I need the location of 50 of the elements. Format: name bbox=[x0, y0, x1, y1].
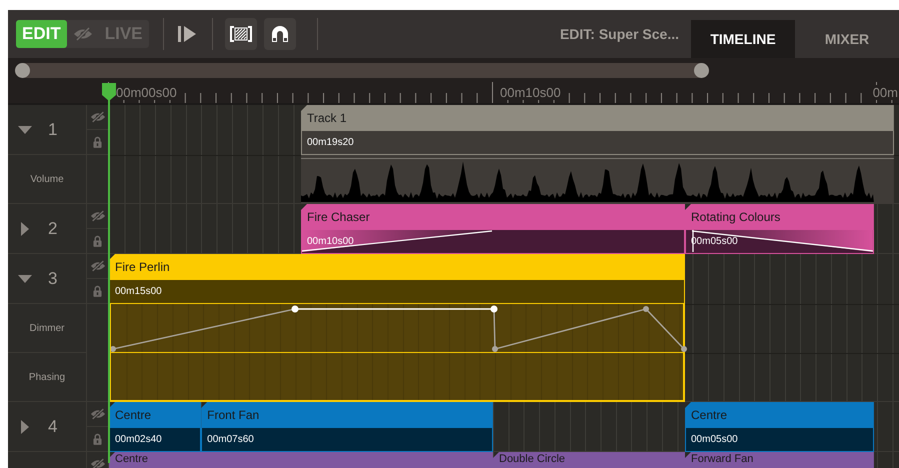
track-number: 3 bbox=[48, 268, 58, 288]
clip-title[interactable]: Track 1 bbox=[301, 105, 894, 131]
lock-icon[interactable] bbox=[93, 285, 102, 297]
clip-title[interactable]: Rotating Colours bbox=[685, 204, 874, 230]
lock-icon[interactable] bbox=[93, 235, 102, 247]
track-number: 2 bbox=[48, 218, 58, 238]
eye-slash-icon[interactable] bbox=[90, 458, 106, 468]
clip-title[interactable]: Front Fan bbox=[201, 402, 493, 428]
clip-duration: 00m15s00 bbox=[115, 286, 162, 297]
lock-icon[interactable] bbox=[93, 136, 102, 148]
track-number: 4 bbox=[48, 416, 58, 436]
clip-title[interactable]: Centre bbox=[685, 402, 874, 428]
ruler-time-label: 00m10s00 bbox=[500, 85, 562, 100]
scrollbar-handle[interactable] bbox=[694, 62, 709, 78]
clip-title[interactable]: Centre bbox=[109, 452, 493, 468]
eye-slash-icon[interactable] bbox=[72, 27, 93, 41]
frame-toggle-button[interactable] bbox=[224, 18, 257, 50]
scrollbar-handle[interactable] bbox=[15, 62, 30, 78]
clip-title[interactable]: Double Circle bbox=[493, 452, 685, 468]
play-from-start-icon[interactable] bbox=[178, 26, 196, 42]
clip-duration: 00m05s00 bbox=[691, 434, 738, 445]
ruler-time-label: 00m bbox=[872, 85, 899, 100]
clip-title[interactable]: Centre bbox=[109, 402, 202, 428]
fade-in-curve[interactable] bbox=[302, 230, 492, 252]
clip-duration: 00m02s40 bbox=[115, 434, 162, 445]
eye-slash-icon[interactable] bbox=[90, 111, 106, 123]
magnet-icon bbox=[270, 25, 289, 43]
frame-icon bbox=[230, 26, 252, 42]
scrollbar-track[interactable] bbox=[15, 62, 709, 78]
eye-slash-icon[interactable] bbox=[90, 260, 106, 272]
edit-scene-title: EDIT: Super Sce... bbox=[560, 26, 679, 42]
track-number: 1 bbox=[48, 120, 58, 140]
lane-label: Dimmer bbox=[8, 304, 86, 353]
magnet-snap-button[interactable] bbox=[264, 18, 296, 50]
clip-duration: 00m07s60 bbox=[207, 434, 254, 445]
automation-lane[interactable] bbox=[109, 353, 685, 402]
edit-mode-button[interactable]: EDIT bbox=[16, 20, 67, 48]
eye-slash-icon[interactable] bbox=[90, 408, 106, 420]
view-tab[interactable]: TIMELINE bbox=[691, 20, 795, 58]
lock-icon[interactable] bbox=[93, 433, 102, 445]
playhead[interactable] bbox=[101, 83, 117, 463]
clip-duration: 00m19s20 bbox=[307, 137, 354, 148]
clip-duration: 00m10s00 bbox=[307, 236, 354, 247]
clip-title[interactable]: Fire Perlin bbox=[109, 254, 685, 280]
ruler-time-label: 00m00s00 bbox=[116, 85, 178, 100]
fade-out-curve[interactable] bbox=[692, 230, 873, 252]
view-tab[interactable]: MIXER bbox=[795, 20, 899, 58]
clip-title[interactable]: Fire Chaser bbox=[301, 204, 685, 230]
clip-title[interactable]: Forward Fan bbox=[685, 452, 874, 468]
eye-slash-icon[interactable] bbox=[90, 210, 106, 222]
